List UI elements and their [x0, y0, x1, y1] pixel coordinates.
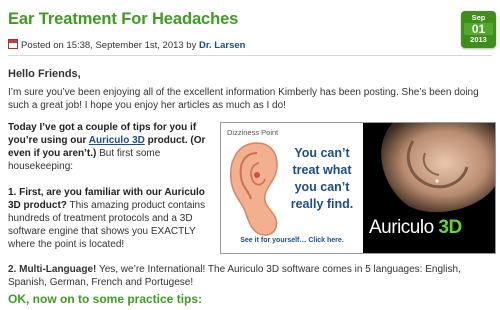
intro-paragraph: I’m sure you’ve been enjoying all of the…: [8, 87, 479, 111]
ear-3d-render: [363, 123, 495, 215]
post-title[interactable]: Ear Treatment For Headaches: [8, 10, 238, 29]
ad-right-panel: Auriculo 3D: [363, 123, 495, 253]
auriculo-ad-banner[interactable]: Dizziness Point You can’t treat what you…: [220, 122, 496, 254]
greeting: Hello Friends,: [8, 68, 81, 80]
ad-left-panel: Dizziness Point You can’t treat what you…: [221, 123, 363, 253]
item2-bold: 2. Multi-Language!: [8, 264, 97, 275]
auriculo-3d-link[interactable]: Auriculo 3D: [89, 135, 145, 146]
date-year: 2013: [470, 35, 487, 44]
calendar-icon: [8, 39, 18, 49]
author-link[interactable]: Dr. Larsen: [199, 40, 245, 51]
date-month: Sep: [471, 13, 486, 22]
ad-label: Dizziness Point: [227, 128, 279, 137]
ear-illustration: [230, 142, 278, 236]
brand-main: Auriculo: [369, 217, 439, 238]
posted-on-text: Posted on 15:38, September 1st, 2013 by: [21, 40, 199, 51]
ad-headline: You can’t treat what you can’t really fi…: [290, 146, 354, 211]
left-column-text: Today I’ve got a couple of tips for you …: [8, 121, 216, 251]
item2-paragraph: 2. Multi-Language! Yes, we’re Internatio…: [8, 263, 496, 289]
ad-cta[interactable]: See it for yourself… Click here.: [221, 237, 363, 244]
date-day: 01: [464, 23, 493, 35]
divider: [8, 55, 492, 56]
brand-3d: 3D: [438, 217, 462, 238]
ad-brand: Auriculo 3D: [369, 217, 462, 239]
practice-heading: OK, now on to some practice tips:: [8, 292, 203, 306]
post-meta: Posted on 15:38, September 1st, 2013 by …: [8, 39, 245, 51]
date-badge: Sep 01 2013: [461, 11, 496, 48]
